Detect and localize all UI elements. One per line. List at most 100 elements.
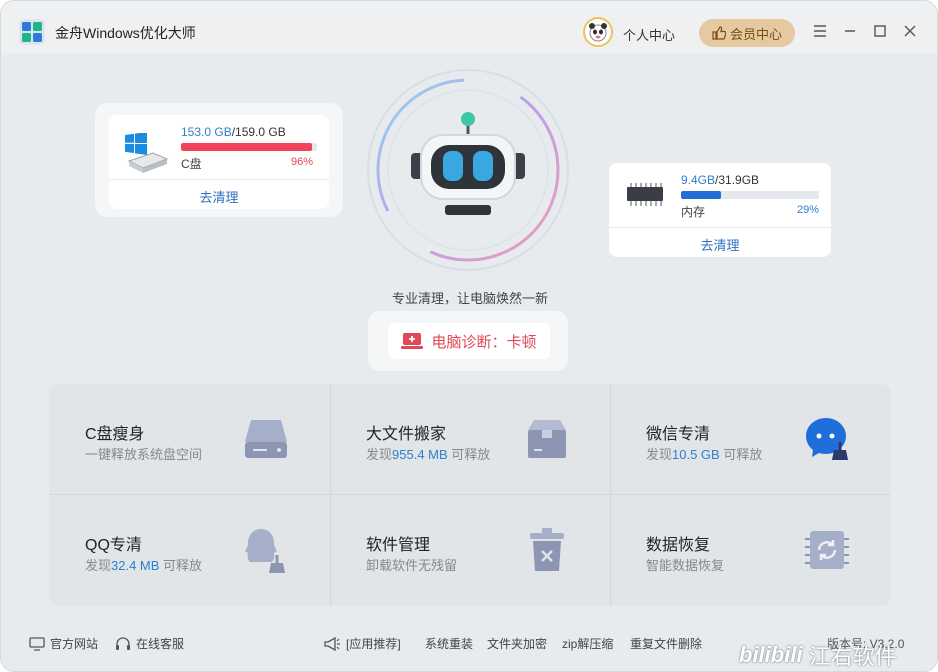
app-recommend-label: [应用推荐] <box>346 637 401 651</box>
tile-subtitle-value: 32.4 MB <box>111 558 160 573</box>
tile-title: C盘瘦身 <box>85 426 145 443</box>
memory-chip-icon <box>627 183 663 206</box>
tile-subtitle-text: 卸载软件无残留 <box>366 558 458 573</box>
tile-subtitle-text: 发现 <box>646 447 673 462</box>
app-window: 金舟Windows优化大师 个人中心 会员中心 153.0 GB/159.0 G… <box>0 0 938 672</box>
tile-title: QQ专清 <box>85 537 142 554</box>
vip-center-button[interactable]: 会员中心 <box>699 19 795 47</box>
footer-link-zip[interactable]: zip解压缩 <box>562 635 613 652</box>
title-bar: 金舟Windows优化大师 个人中心 会员中心 <box>1 1 937 53</box>
tile-subtitle-value: 955.4 MB <box>392 447 448 462</box>
maximize-icon <box>874 25 886 37</box>
memory-card-divider <box>609 227 831 228</box>
thumbs-up-icon <box>712 26 726 40</box>
disk-card-highlight: 153.0 GB/159.0 GB C盘 96% 去清理 <box>95 103 343 217</box>
memory-percent: 29% <box>796 204 819 216</box>
tile-subtitle: 发现10.5 GB 可释放 <box>646 444 762 463</box>
disk-card: 153.0 GB/159.0 GB C盘 96% 去清理 <box>109 115 329 209</box>
memory-usage-fill <box>681 191 722 199</box>
personal-center-link[interactable]: 个人中心 <box>623 25 675 44</box>
diagnosis-highlight: 电脑诊断：卡顿 <box>368 311 568 371</box>
tile-subtitle-text: 智能数据恢复 <box>646 558 725 573</box>
box-icon <box>528 420 566 458</box>
tile-title: 微信专清 <box>646 426 711 443</box>
tile-subtitle: 一键释放系统盘空间 <box>85 444 202 463</box>
tile-subtitle: 发现32.4 MB 可释放 <box>85 555 202 574</box>
hard-drive-icon <box>245 420 287 458</box>
qq-broom-icon <box>245 529 285 573</box>
robot-mascot-icon <box>367 69 569 271</box>
tile-title: 大文件搬家 <box>366 426 447 443</box>
disk-usage: 153.0 GB/159.0 GB <box>181 125 286 139</box>
headset-icon <box>116 636 130 650</box>
tile-subtitle-text: 发现 <box>366 447 393 462</box>
watermark-brand: bilibili <box>739 642 803 667</box>
disk-used: 153.0 GB <box>181 125 232 139</box>
diagnosis-label: 电脑诊断：卡顿 <box>431 333 537 351</box>
recovery-chip-icon <box>805 531 849 569</box>
menu-button[interactable] <box>810 21 830 41</box>
tile-subtitle-text: 一键释放系统盘空间 <box>85 447 203 462</box>
disk-usage-fill <box>181 143 312 151</box>
megaphone-icon <box>324 636 340 651</box>
memory-card: 9.4GB/31.9GB 内存 29% 去清理 <box>609 163 831 257</box>
disk-percent: 96% <box>290 156 313 168</box>
tile-subtitle-text: 可释放 <box>159 558 203 573</box>
tile-subtitle: 智能数据恢复 <box>646 555 724 574</box>
laptop-medical-icon <box>401 333 424 349</box>
menu-icon <box>814 25 826 37</box>
watermark-text: 江右软件 <box>808 644 897 669</box>
tile-subtitle-text: 发现 <box>85 558 112 573</box>
slogan-text: 专业清理，让电脑焕然一新 <box>391 291 548 306</box>
tile-c-drive-slim[interactable]: C盘瘦身 一键释放系统盘空间 <box>49 384 329 494</box>
footer-link-folder-encrypt[interactable]: 文件夹加密 <box>487 635 547 652</box>
diagnosis-button[interactable]: 电脑诊断：卡顿 <box>388 323 550 359</box>
close-button[interactable] <box>900 21 920 41</box>
tile-software-manage[interactable]: 软件管理 卸载软件无残留 <box>330 495 610 605</box>
monitor-icon <box>29 636 45 651</box>
tile-large-file-move[interactable]: 大文件搬家 发现955.4 MB 可释放 <box>330 384 610 494</box>
footer-link-system-reinstall[interactable]: 系统重装 <box>425 635 473 652</box>
wechat-broom-icon <box>806 418 848 460</box>
memory-clean-button[interactable]: 去清理 <box>609 235 831 254</box>
watermark: bilibili 江右软件 <box>739 637 937 671</box>
panda-avatar-icon <box>589 23 607 42</box>
app-recommend[interactable]: [应用推荐] <box>323 635 401 652</box>
close-icon <box>904 25 916 37</box>
disk-usage-bar <box>181 143 317 151</box>
memory-usage-bar <box>681 191 819 199</box>
tile-subtitle-value: 10.5 GB <box>672 447 720 462</box>
online-service-label: 在线客服 <box>136 637 185 651</box>
footer-link-duplicate-delete[interactable]: 重复文件删除 <box>630 635 702 652</box>
memory-total: /31.9GB <box>715 173 760 187</box>
minimize-button[interactable] <box>840 21 860 41</box>
tile-subtitle-text: 可释放 <box>447 447 491 462</box>
disk-card-divider <box>109 179 329 180</box>
app-title: 金舟Windows优化大师 <box>55 25 196 41</box>
tile-qq-clean[interactable]: QQ专清 发现32.4 MB 可释放 <box>49 495 329 605</box>
tile-data-recovery[interactable]: 数据恢复 智能数据恢复 <box>610 495 890 605</box>
drive-windows-icon <box>125 133 169 173</box>
official-website-label: 官方网站 <box>50 637 99 651</box>
tile-wechat-clean[interactable]: 微信专清 发现10.5 GB 可释放 <box>610 384 890 494</box>
avatar[interactable] <box>583 17 613 47</box>
memory-used: 9.4GB <box>681 173 716 187</box>
minimize-icon <box>845 30 855 32</box>
feature-grid: C盘瘦身 一键释放系统盘空间 大文件搬家 发现955.4 MB 可释放 微信专清 <box>49 384 891 606</box>
online-service-link[interactable]: 在线客服 <box>115 635 184 652</box>
tile-title: 数据恢复 <box>646 537 711 554</box>
tile-subtitle-text: 可释放 <box>719 447 763 462</box>
maximize-button[interactable] <box>870 21 890 41</box>
disk-label: C盘 <box>181 157 202 171</box>
disk-clean-button[interactable]: 去清理 <box>109 187 329 206</box>
memory-label: 内存 <box>681 205 706 219</box>
tile-title: 软件管理 <box>366 537 431 554</box>
tile-subtitle: 卸载软件无残留 <box>366 555 457 574</box>
app-logo-icon <box>19 19 45 45</box>
trash-icon <box>530 528 564 571</box>
tile-subtitle: 发现955.4 MB 可释放 <box>366 444 490 463</box>
vip-center-label: 会员中心 <box>729 26 782 42</box>
disk-total: /159.0 GB <box>231 125 286 139</box>
memory-usage: 9.4GB/31.9GB <box>681 173 759 187</box>
official-website-link[interactable]: 官方网站 <box>29 635 98 652</box>
